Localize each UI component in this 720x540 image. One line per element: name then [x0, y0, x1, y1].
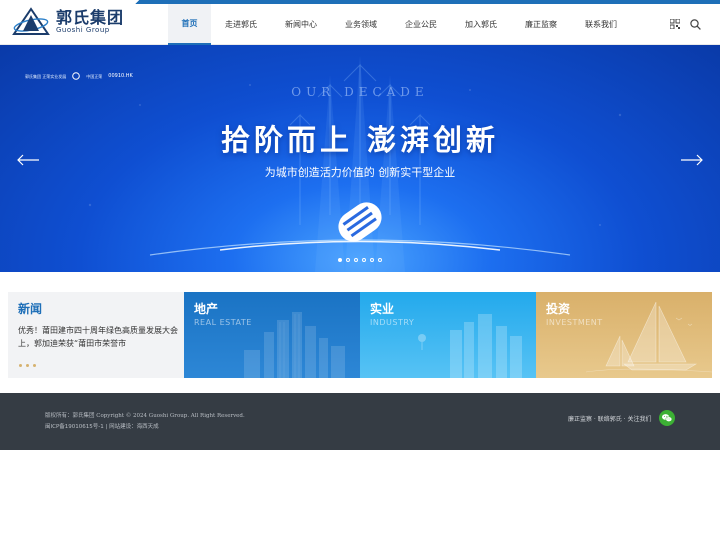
banner-emblem-icon: [338, 202, 382, 242]
slider-dot[interactable]: [338, 258, 342, 262]
site-footer: 版权所有：郭氏集团 Copyright © 2024 Guoshi Group.…: [0, 393, 720, 450]
main-nav: 首页 走进郭氏 新闻中心 业务领域 企业公民 加入郭氏 廉正监察 联系我们: [168, 4, 631, 45]
banner-partner-text: 郭氏集团 正荣实业发展: [25, 73, 67, 79]
real-estate-card-title: 地产: [194, 302, 219, 316]
slider-prev-arrow-icon[interactable]: [16, 153, 40, 167]
hero-banner[interactable]: 郭氏集团 正荣实业发展 中国正荣 00910.HK OUR DECADE 拾阶而…: [0, 45, 720, 272]
slider-dot[interactable]: [378, 258, 382, 262]
industry-card-title: 实业: [370, 302, 395, 316]
news-dot[interactable]: [19, 364, 22, 367]
slider-dot[interactable]: [346, 258, 350, 262]
industry-card-en: INDUSTRY: [370, 318, 415, 327]
nav-item-join[interactable]: 加入郭氏: [451, 4, 511, 45]
slider-dot[interactable]: [370, 258, 374, 262]
news-card-title: 新闻: [18, 302, 43, 316]
logo-emblem-icon: [12, 7, 50, 35]
news-card-headline[interactable]: 优秀！莆田建市四十周年绿色高质量发展大会上，郭加迪荣获“莆田市荣誉市: [18, 324, 178, 350]
site-header: 郭氏集团 Guoshi Group 首页 走进郭氏 新闻中心 业务领域 企业公民…: [0, 0, 720, 45]
real-estate-card[interactable]: 地产 REAL ESTATE: [184, 292, 360, 378]
slider-dot[interactable]: [354, 258, 358, 262]
nav-item-home[interactable]: 首页: [168, 4, 211, 45]
real-estate-card-en: REAL ESTATE: [194, 318, 252, 327]
qr-code-icon[interactable]: [670, 19, 680, 29]
nav-item-business[interactable]: 业务领域: [331, 4, 391, 45]
banner-partner-brand: 中国正荣: [86, 73, 103, 79]
banner-subtitle: 为城市创造活力价值的 创新实干型企业: [264, 166, 456, 179]
industry-card[interactable]: 实业 INDUSTRY: [360, 292, 536, 378]
investment-card[interactable]: 投资 INVESTMENT: [536, 292, 712, 378]
footer-copyright: 版权所有：郭氏集团 Copyright © 2024 Guoshi Group.…: [45, 413, 245, 419]
slider-dot[interactable]: [362, 258, 366, 262]
logo-name-cn: 郭氏集团: [56, 8, 125, 27]
partner-logo-icon: [72, 72, 81, 80]
nav-item-citizenship[interactable]: 企业公民: [391, 4, 451, 45]
nav-item-about[interactable]: 走进郭氏: [211, 4, 271, 45]
nav-item-news[interactable]: 新闻中心: [271, 4, 331, 45]
slider-pagination: [338, 258, 382, 262]
wechat-icon[interactable]: [659, 410, 675, 426]
news-dot[interactable]: [26, 364, 29, 367]
banner-stock-code: 00910.HK: [108, 73, 133, 79]
nav-item-integrity[interactable]: 廉正监察: [511, 4, 571, 45]
banner-title: 拾阶而上 澎湃创新: [220, 123, 500, 157]
nav-item-contact[interactable]: 联系我们: [571, 4, 631, 45]
slider-next-arrow-icon[interactable]: [680, 153, 704, 167]
investment-card-en: INVESTMENT: [546, 318, 603, 327]
search-icon[interactable]: [690, 19, 701, 30]
footer-icp[interactable]: 闽ICP备19010615号-1 | 网站建设：海西天成: [45, 422, 159, 430]
logo-name-en: Guoshi Group: [56, 26, 110, 34]
news-card-pagination: [19, 364, 36, 367]
banner-decade-text: OUR DECADE: [291, 85, 429, 99]
page: 郭氏集团 Guoshi Group 首页 走进郭氏 新闻中心 业务领域 企业公民…: [0, 0, 720, 540]
investment-card-title: 投资: [546, 302, 571, 316]
news-dot[interactable]: [33, 364, 36, 367]
news-card[interactable]: 新闻 优秀！莆田建市四十周年绿色高质量发展大会上，郭加迪荣获“莆田市荣誉市: [8, 292, 184, 378]
business-cards: 新闻 优秀！莆田建市四十周年绿色高质量发展大会上，郭加迪荣获“莆田市荣誉市 地产…: [8, 292, 712, 378]
site-logo[interactable]: 郭氏集团 Guoshi Group: [12, 7, 124, 37]
footer-links[interactable]: 廉正监察 · 联络郭氏 · 关注我们: [568, 414, 651, 423]
banner-partner-logos: 郭氏集团 正荣实业发展 中国正荣 00910.HK: [25, 72, 133, 80]
